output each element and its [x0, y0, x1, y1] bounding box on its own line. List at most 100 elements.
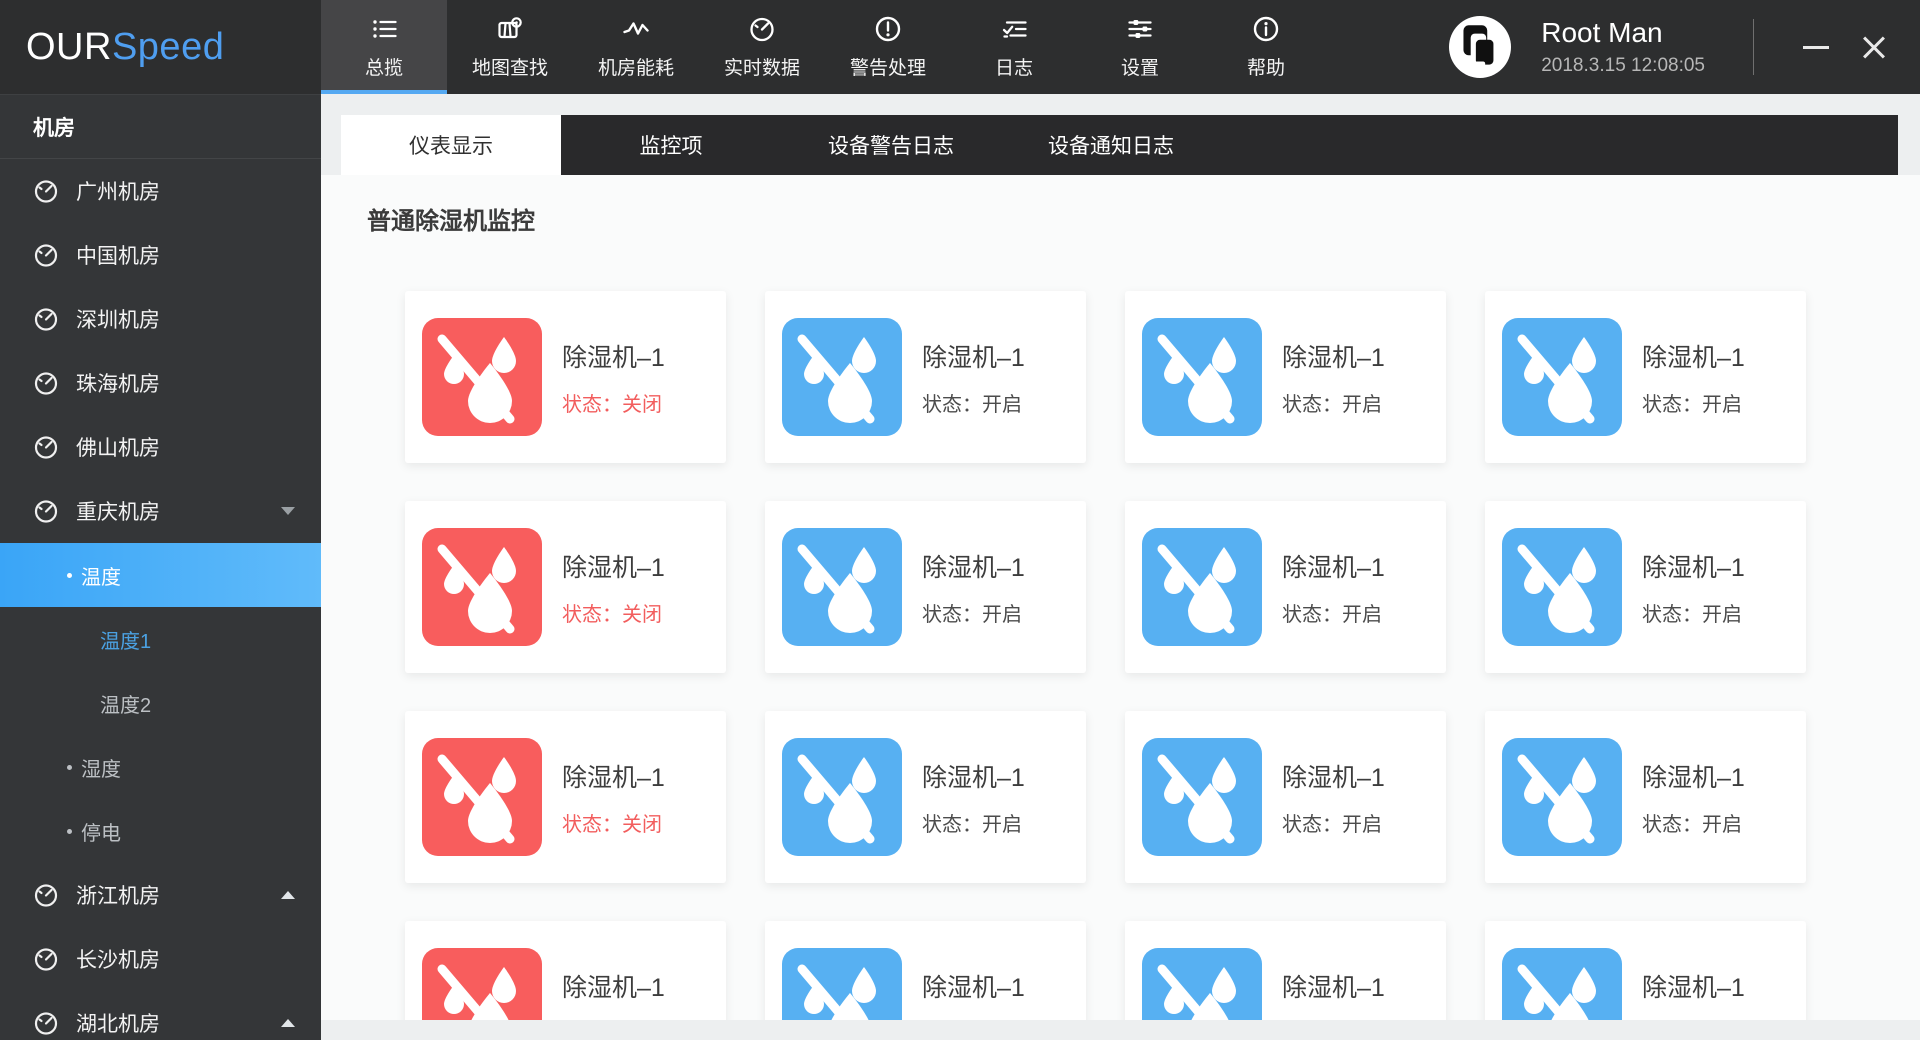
nav-map-search[interactable]: 地图查找: [447, 0, 573, 94]
nav-label: 总揽: [365, 53, 403, 80]
device-card[interactable]: 除湿机–1 状态：开启: [765, 291, 1086, 463]
nav-realtime-data[interactable]: 实时数据: [699, 0, 825, 94]
device-card[interactable]: 除湿机–1 状态：开启: [1125, 921, 1446, 1020]
tab-monitor-items[interactable]: 监控项: [561, 115, 781, 175]
nav-help[interactable]: 帮助: [1203, 0, 1329, 94]
sidebar-item-zhuhai[interactable]: 珠海机房: [0, 351, 321, 415]
bullet-icon: [67, 829, 72, 834]
dehumidifier-icon: [422, 948, 542, 1020]
device-name: 除湿机–1: [562, 758, 665, 794]
dashboard-panel: 普通除湿机监控 除湿机–1 状态：关闭 除湿机–1 状态：开启 除湿机–1 状态…: [321, 175, 1920, 1020]
brand-primary: OUR: [26, 26, 112, 69]
nav-label: 设置: [1121, 53, 1159, 80]
device-card[interactable]: 除湿机–1 状态：开启: [1485, 921, 1806, 1020]
device-card[interactable]: 除湿机–1 状态：关闭: [405, 921, 726, 1020]
sidebar-item-label: 浙江机房: [76, 880, 160, 910]
sidebar-item-guangzhou[interactable]: 广州机房: [0, 159, 321, 223]
device-card[interactable]: 除湿机–1 状态：开启: [1485, 501, 1806, 673]
chevron-up-icon: [281, 1019, 295, 1027]
user-meta: Root Man 2018.3.15 12:08:05: [1541, 17, 1705, 77]
brand-logo: OURSpeed: [0, 0, 321, 94]
device-card[interactable]: 除湿机–1 状态：开启: [1125, 501, 1446, 673]
sidebar-subitem-temperature1[interactable]: 温度1: [0, 607, 321, 671]
device-card[interactable]: 除湿机–1 状态：开启: [1125, 711, 1446, 883]
tab-label: 仪表显示: [409, 130, 493, 160]
gauge-icon: [33, 882, 59, 908]
gauge-icon: [33, 1010, 59, 1036]
sidebar-subitem-temperature[interactable]: 温度: [0, 543, 321, 607]
nav-room-energy[interactable]: 机房能耗: [573, 0, 699, 94]
log-list-icon: [1000, 15, 1028, 43]
gauge-icon: [33, 434, 59, 460]
nav-settings[interactable]: 设置: [1077, 0, 1203, 94]
device-card[interactable]: 除湿机–1 状态：开启: [765, 711, 1086, 883]
gauge-icon: [33, 498, 59, 524]
device-status: 状态：开启: [922, 388, 1025, 417]
dehumidifier-icon: [1142, 738, 1262, 856]
gauge-icon: [748, 15, 776, 43]
alert-circle-icon: [874, 15, 902, 43]
nav-alert-handling[interactable]: 警告处理: [825, 0, 951, 94]
dehumidifier-icon: [1502, 528, 1622, 646]
sidebar-item-shenzhen[interactable]: 深圳机房: [0, 287, 321, 351]
tab-gauge-display[interactable]: 仪表显示: [341, 115, 561, 175]
dehumidifier-icon: [1142, 528, 1262, 646]
dehumidifier-icon: [422, 528, 542, 646]
info-circle-icon: [1252, 15, 1280, 43]
sidebar-item-label: 湖北机房: [76, 1008, 160, 1038]
nav-label: 机房能耗: [598, 53, 674, 80]
device-name: 除湿机–1: [1642, 338, 1745, 374]
dehumidifier-icon: [782, 738, 902, 856]
device-status: 状态：开启: [922, 808, 1025, 837]
sidebar-subitem-power-outage[interactable]: 停电: [0, 799, 321, 863]
device-name: 除湿机–1: [1282, 968, 1385, 1004]
nav-overview[interactable]: 总揽: [321, 0, 447, 94]
tab-device-alert-log[interactable]: 设备警告日志: [781, 115, 1001, 175]
dehumidifier-icon: [422, 318, 542, 436]
dehumidifier-icon: [782, 948, 902, 1020]
sidebar-item-zhongguo[interactable]: 中国机房: [0, 223, 321, 287]
device-card[interactable]: 除湿机–1 状态：开启: [1125, 291, 1446, 463]
device-card[interactable]: 除湿机–1 状态：关闭: [405, 711, 726, 883]
minimize-button[interactable]: [1796, 27, 1836, 67]
device-status: 状态：开启: [1282, 1018, 1385, 1021]
sidebar-item-zhejiang[interactable]: 浙江机房: [0, 863, 321, 927]
sidebar-item-label: 珠海机房: [76, 368, 160, 398]
sidebar-subitem-temperature2[interactable]: 温度2: [0, 671, 321, 735]
device-card[interactable]: 除湿机–1 状态：开启: [1485, 711, 1806, 883]
user-datetime: 2018.3.15 12:08:05: [1541, 55, 1705, 77]
device-name: 除湿机–1: [922, 338, 1025, 374]
nav-logs[interactable]: 日志: [951, 0, 1077, 94]
nav-label: 帮助: [1247, 53, 1285, 80]
device-card-grid: 除湿机–1 状态：关闭 除湿机–1 状态：开启 除湿机–1 状态：开启 除湿机–…: [405, 291, 1806, 1020]
device-name: 除湿机–1: [562, 968, 665, 1004]
dehumidifier-icon: [782, 528, 902, 646]
sidebar-item-hubei[interactable]: 湖北机房: [0, 991, 321, 1040]
sidebar-subitem-label: 停电: [81, 817, 121, 846]
sidebar-item-chongqing[interactable]: 重庆机房: [0, 479, 321, 543]
sidebar-subitem-label: 温度1: [100, 625, 151, 654]
sidebar-item-foshan[interactable]: 佛山机房: [0, 415, 321, 479]
device-name: 除湿机–1: [1642, 968, 1745, 1004]
device-card[interactable]: 除湿机–1 状态：开启: [765, 921, 1086, 1020]
sidebar-item-label: 深圳机房: [76, 304, 160, 334]
device-card[interactable]: 除湿机–1 状态：关闭: [405, 501, 726, 673]
gauge-icon: [33, 370, 59, 396]
gauge-icon: [33, 306, 59, 332]
sidebar-subitem-humidity[interactable]: 湿度: [0, 735, 321, 799]
nav-label: 地图查找: [472, 53, 548, 80]
tab-label: 监控项: [640, 130, 703, 160]
device-card[interactable]: 除湿机–1 状态：关闭: [405, 291, 726, 463]
device-name: 除湿机–1: [1282, 338, 1385, 374]
device-card[interactable]: 除湿机–1 状态：开启: [765, 501, 1086, 673]
device-name: 除湿机–1: [1642, 548, 1745, 584]
brand-accent: Speed: [112, 26, 224, 69]
device-status: 状态：关闭: [562, 808, 665, 837]
tab-device-notice-log[interactable]: 设备通知日志: [1001, 115, 1221, 175]
device-card[interactable]: 除湿机–1 状态：开启: [1485, 291, 1806, 463]
close-button[interactable]: [1854, 27, 1894, 67]
sidebar-item-changsha[interactable]: 长沙机房: [0, 927, 321, 991]
avatar[interactable]: [1449, 16, 1511, 78]
nav-label: 日志: [995, 53, 1033, 80]
sidebar-header: 机房: [0, 95, 321, 159]
